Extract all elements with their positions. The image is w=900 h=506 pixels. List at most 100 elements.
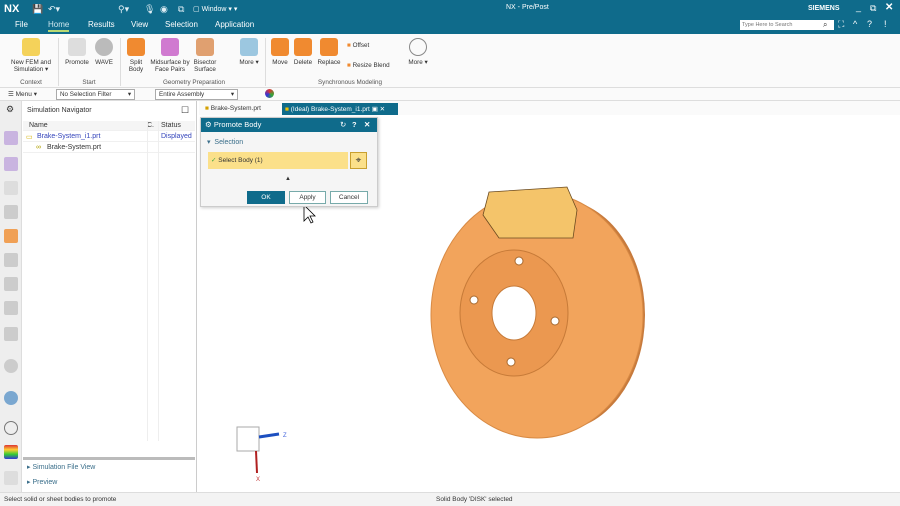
minimize-button[interactable]: _ xyxy=(856,2,861,12)
restore-button[interactable]: ⧉ xyxy=(870,3,876,14)
move-button[interactable]: Move xyxy=(270,38,290,66)
selection-icon[interactable]: ⚲▾ xyxy=(118,4,129,15)
new-fem-button[interactable]: New FEM and Simulation ▾ xyxy=(8,38,54,73)
midsurface-icon xyxy=(161,38,179,56)
search-icon[interactable]: ⌕ xyxy=(823,20,827,30)
constraint-icon[interactable] xyxy=(4,205,18,219)
triad-z-label: Z xyxy=(283,433,287,439)
selection-section-toggle[interactable]: ▾ Selection xyxy=(207,138,243,146)
group-label-context: Context xyxy=(20,79,42,86)
sync-more-button[interactable]: More ▾ xyxy=(408,38,428,66)
delete-label: Delete xyxy=(293,59,313,66)
divider xyxy=(158,121,159,441)
offset-icon: ■ xyxy=(347,42,351,49)
undo-icon[interactable]: ↶▾ xyxy=(48,4,60,15)
geometry-more-button[interactable]: More ▾ xyxy=(238,38,260,66)
view-triad: Z X xyxy=(236,426,287,483)
tab-application[interactable]: Application xyxy=(215,20,254,29)
more-label: More xyxy=(408,59,423,66)
column-c[interactable]: C. xyxy=(147,122,154,129)
roles-icon[interactable] xyxy=(4,277,18,291)
palette-icon[interactable] xyxy=(4,359,18,373)
doc-tab-brake-system[interactable]: ■ Brake-System.prt xyxy=(202,103,282,115)
split-body-button[interactable]: Split Body xyxy=(124,38,148,73)
check-icon: ✓ xyxy=(211,157,217,164)
window-title: NX - Pre/Post xyxy=(506,4,549,11)
splitter[interactable] xyxy=(23,457,195,460)
system-materials-icon[interactable] xyxy=(4,301,18,315)
apply-button[interactable]: Apply xyxy=(289,191,326,204)
tab-view[interactable]: View xyxy=(131,20,148,29)
offset-button[interactable]: ■ Offset xyxy=(347,42,369,49)
collapse-arrow-icon[interactable]: ▲ xyxy=(285,176,291,182)
part-icon: ■ xyxy=(205,105,209,112)
replace-icon xyxy=(320,38,338,56)
switch-window-icon[interactable]: ⧉ xyxy=(178,4,184,15)
midsurface-button[interactable]: Midsurface by Face Pairs xyxy=(150,38,190,73)
column-status[interactable]: Status xyxy=(161,122,181,129)
alert-icon[interactable]: ! xyxy=(884,19,887,29)
tree-row[interactable]: ▭ Brake-System_i1.prt Displayed xyxy=(23,132,195,142)
collapse-ribbon-icon[interactable]: ^ xyxy=(853,19,857,29)
simulation-navigator-icon[interactable] xyxy=(4,131,18,145)
settings-icon[interactable]: ⚙ xyxy=(6,104,14,115)
promote-button[interactable]: Promote xyxy=(63,38,91,66)
dialog-gear-icon: ⚙ xyxy=(205,120,212,129)
simulation-file-view-panel[interactable]: ▸ Simulation File View xyxy=(27,463,95,471)
column-name[interactable]: Name xyxy=(29,122,48,129)
touch-mode-icon[interactable]: 🎙 xyxy=(144,4,155,15)
bisector-surface-button[interactable]: Bisector Surface xyxy=(192,38,218,73)
grid-icon xyxy=(240,38,258,56)
dialog-close-icon[interactable]: ✕ xyxy=(364,120,370,129)
close-tab-icon[interactable]: ▣ ✕ xyxy=(372,106,385,113)
wave-button[interactable]: WAVE xyxy=(93,38,115,66)
ok-button[interactable]: OK xyxy=(247,191,285,204)
roles-people-icon[interactable] xyxy=(4,471,18,485)
divider xyxy=(120,38,121,86)
web-browser-icon[interactable] xyxy=(4,327,18,341)
tree-row[interactable]: ∞ Brake-System.prt xyxy=(23,143,195,153)
divider xyxy=(147,121,148,441)
menu-button[interactable]: ☰ Menu ▾ xyxy=(8,90,37,98)
results-icon[interactable] xyxy=(4,445,18,459)
assembly-navigator-icon[interactable] xyxy=(4,181,18,195)
crosshair-select-button[interactable]: ⌖ xyxy=(350,152,367,169)
globe-icon[interactable] xyxy=(4,391,18,405)
group-label-start: Start xyxy=(82,79,96,86)
doc-tab-ideal-brake-system[interactable]: ■ (Ideal) Brake-System_i1.prt ▣ ✕ xyxy=(282,103,398,115)
resize-blend-button[interactable]: ■ Resize Blend xyxy=(347,62,390,69)
scope-dropdown[interactable]: Entire Assembly ▾ xyxy=(155,89,238,100)
reset-icon[interactable]: ↻ xyxy=(340,120,346,129)
delete-button[interactable]: Delete xyxy=(292,38,314,66)
tree-item-name: Brake-System_i1.prt xyxy=(37,133,101,140)
preview-panel[interactable]: ▸ Preview xyxy=(27,478,57,486)
maximize-icon[interactable]: ☐ xyxy=(181,105,189,116)
tab-results[interactable]: Results xyxy=(88,20,115,29)
dialog-help-icon[interactable]: ? xyxy=(352,120,357,129)
divider xyxy=(58,38,59,86)
history-icon[interactable] xyxy=(4,253,18,267)
tab-home[interactable]: Home xyxy=(48,20,70,32)
tab-file[interactable]: File xyxy=(15,20,28,29)
clock-icon[interactable] xyxy=(4,421,18,435)
window-menu[interactable]: ▢ Window ▾ ▾ xyxy=(193,5,237,13)
reuse-library-icon[interactable] xyxy=(4,229,18,243)
fullscreen-icon[interactable]: ⛶ xyxy=(838,19,844,30)
refresh-icon xyxy=(409,38,427,56)
selection-filter-dropdown[interactable]: No Selection Filter ▾ xyxy=(56,89,135,100)
view-icon[interactable]: ◉ xyxy=(160,4,168,15)
tree-item-name: Brake-System.prt xyxy=(47,144,102,151)
close-button[interactable]: ✕ xyxy=(885,2,893,13)
cancel-button[interactable]: Cancel xyxy=(330,191,368,204)
search-input[interactable] xyxy=(740,20,834,30)
dialog-header: ⚙ Promote Body ↻ ? ✕ xyxy=(201,118,377,132)
group-label-sync: Synchronous Modeling xyxy=(317,79,383,86)
tab-selection[interactable]: Selection xyxy=(165,20,198,29)
color-filter-icon[interactable] xyxy=(265,89,274,98)
select-body-row[interactable]: ✓ Select Body (1) xyxy=(208,152,348,169)
part-navigator-icon[interactable] xyxy=(4,157,18,171)
scope-value: Entire Assembly xyxy=(159,91,205,98)
replace-button[interactable]: Replace xyxy=(316,38,342,66)
help-icon[interactable]: ? xyxy=(867,19,872,29)
save-icon[interactable]: 💾 xyxy=(32,4,43,15)
